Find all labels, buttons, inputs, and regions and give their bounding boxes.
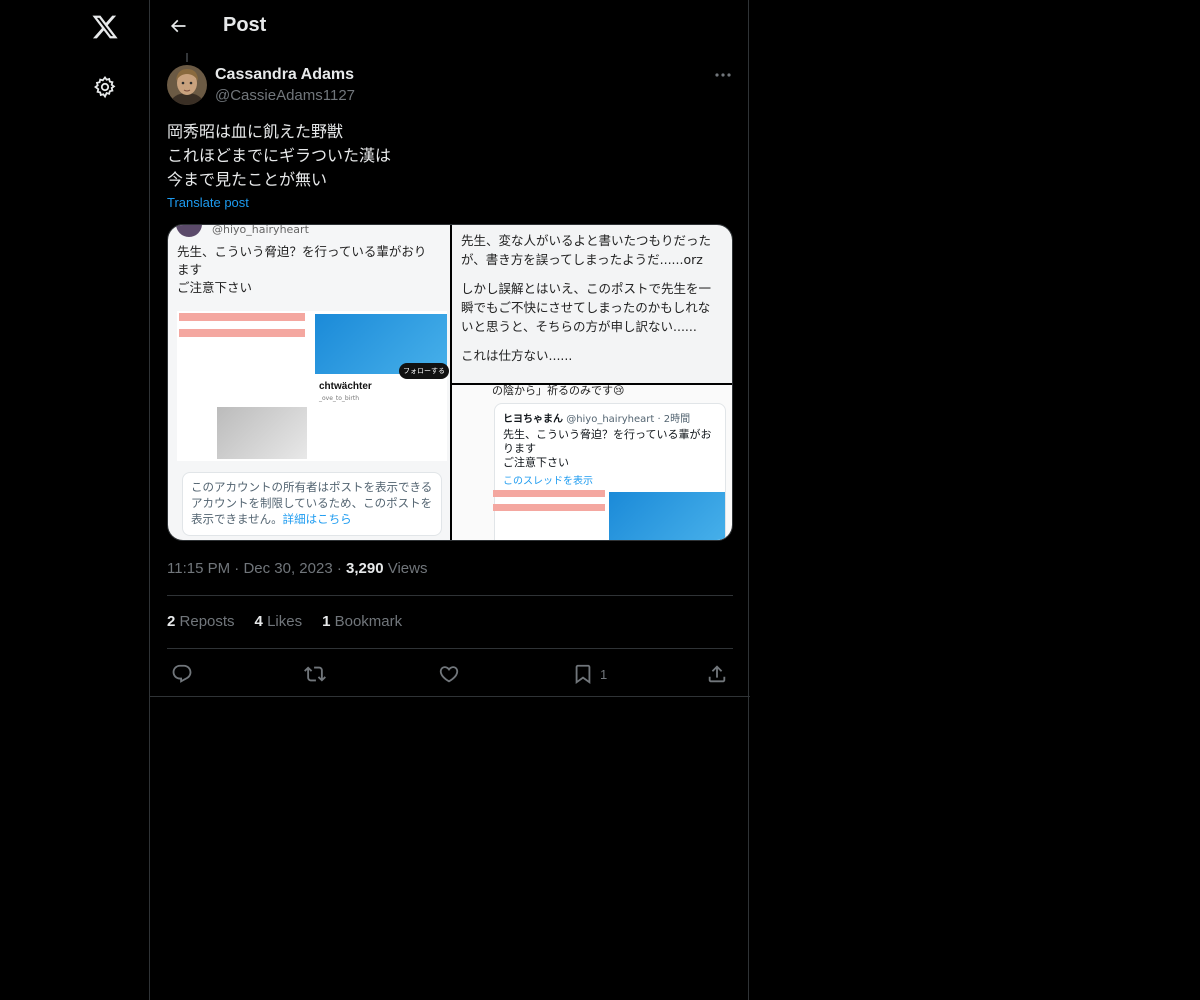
quoted-text-line: 先生、こういう脅迫？を行っている輩がお — [503, 428, 712, 441]
highlight-line — [179, 313, 305, 321]
image-text-line: ご注意下さい — [177, 280, 253, 295]
media-image-2[interactable]: 先生、変な人がいるよと書いたつもりだった が、書き方を誤ってしまったようだ...… — [452, 225, 732, 383]
reply-icon — [172, 664, 192, 683]
image-text-line: いと思うと、そちらの方が申し訳ない...... — [461, 319, 697, 334]
bookmark-button[interactable]: 1 — [572, 660, 607, 688]
quoted-post-text: 先生、こういう脅迫？を行っている輩がお ります ご注意下さい — [503, 428, 718, 470]
bookmark-icon — [575, 664, 591, 685]
back-button[interactable] — [164, 12, 192, 40]
action-bar: 1 — [167, 660, 733, 688]
highlight-line — [493, 504, 605, 511]
text-line — [179, 337, 305, 345]
quoted-post-header: ヒヨちゃまん @hiyo_hairyheart · 2時間 — [503, 410, 690, 425]
show-thread-link: このスレッドを表示 — [503, 476, 593, 487]
image-text-line — [461, 269, 731, 279]
likes-stat[interactable]: 4 Likes — [255, 613, 303, 630]
page-header: Post — [150, 0, 750, 53]
main-column: Post Cassandra Adams @CassieAdams1127 岡秀… — [149, 0, 750, 1000]
bookmarks-label: Bookmark — [334, 613, 403, 630]
views-label: Views — [387, 560, 428, 577]
post-time[interactable]: 11:15 PM — [167, 560, 230, 577]
likes-label: Likes — [267, 613, 303, 630]
post-text: 岡秀昭は血に飢えた野獣 これほどまでにギラついた漢は 今まで見たことが無い — [167, 120, 727, 192]
divider — [167, 595, 733, 596]
image-text-line: 瞬でもご不快にさせてしまったのかもしれな — [461, 300, 711, 315]
notice-link: 詳細はこちら — [282, 512, 352, 526]
post-text-line: 今まで見たことが無い — [167, 170, 328, 189]
page-title: Post — [223, 14, 267, 36]
author-handle[interactable]: @CassieAdams1127 — [215, 87, 355, 104]
more-button[interactable] — [710, 64, 736, 86]
reply-button[interactable] — [171, 660, 193, 688]
image-text-line: の陰から」祈るのみです😢 — [492, 385, 625, 397]
share-icon — [708, 665, 726, 683]
avatar[interactable] — [167, 65, 207, 105]
follow-button: フォローする — [399, 363, 449, 379]
bookmarks-count: 1 — [322, 613, 331, 630]
image-text-line — [461, 336, 731, 346]
image-text-line: が、書き方を誤ってしまったようだ......orz — [461, 252, 703, 267]
author-name[interactable]: Cassandra Adams — [215, 66, 354, 84]
restricted-notice: このアカウントの所有者はポストを表示できるアカウントを制限しているため、このポス… — [182, 472, 442, 536]
media-grid: @hiyo_hairyheart 先生、こういう脅迫？を行っている輩がおり ます… — [167, 224, 733, 541]
share-button[interactable] — [706, 660, 728, 688]
repost-icon — [304, 666, 326, 682]
meta-separator: · — [336, 560, 342, 577]
arrow-left-icon — [170, 19, 186, 33]
text-line — [179, 321, 305, 329]
avatar — [176, 225, 202, 237]
divider — [150, 696, 750, 697]
repost-button[interactable] — [304, 660, 326, 688]
reposts-count: 2 — [167, 613, 176, 630]
engagement-stats: 2 Reposts 4 Likes 1 Bookmark — [167, 613, 402, 630]
highlight-line — [493, 490, 605, 497]
quoted-post: ヒヨちゃまん @hiyo_hairyheart · 2時間 先生、こういう脅迫？… — [493, 403, 726, 540]
quoted-author-name: ヒヨちゃまん — [503, 414, 563, 425]
quoted-text-line: ご注意下さい — [503, 456, 569, 469]
media-image-1[interactable]: @hiyo_hairyheart 先生、こういう脅迫？を行っている輩がおり ます… — [168, 225, 450, 540]
screenshot-card: フォローする chtwächter _ove_to_birth — [177, 311, 449, 461]
more-dots-icon — [715, 73, 731, 77]
post-meta: 11:15 PM · Dec 30, 2023 · 3,290 Views — [167, 560, 427, 577]
reposts-label: Reposts — [179, 613, 235, 630]
heart-icon — [439, 666, 459, 683]
left-nav — [0, 0, 150, 1000]
image-text-line: 先生、変な人がいるよと書いたつもりだった — [461, 233, 712, 248]
image-text: 先生、こういう脅迫？を行っている輩がおり ます ご注意下さい — [177, 243, 445, 297]
card-name: chtwächter — [319, 381, 372, 392]
photo-thumbnail — [217, 407, 307, 459]
highlight-line — [179, 329, 305, 337]
quoted-text-line: ります — [503, 442, 536, 455]
reposts-stat[interactable]: 2 Reposts — [167, 613, 235, 630]
image-text: 先生、変な人がいるよと書いたつもりだった が、書き方を誤ってしまったようだ...… — [461, 231, 731, 365]
card-handle: _ove_to_birth — [319, 395, 360, 402]
bookmarks-stat[interactable]: 1 Bookmark — [322, 613, 402, 630]
quoted-mini-text — [493, 490, 605, 511]
views-count: 3,290 — [346, 560, 384, 577]
thread-line — [186, 53, 188, 62]
link-line — [179, 345, 305, 353]
media-image-3[interactable]: の陰から」祈るのみです😢 ヒヨちゃまん @hiyo_hairyheart · 2… — [452, 385, 732, 540]
banner-image — [609, 492, 725, 540]
bookmark-count: 1 — [600, 666, 608, 682]
text-line — [493, 497, 605, 504]
image-text-line: これは仕方ない...... — [461, 348, 573, 363]
image-text-line: しかし誤解とはいえ、このポストで先生を一 — [461, 281, 712, 296]
image-text-line: 先生、こういう脅迫？を行っている輩がおり — [177, 244, 427, 259]
post-date[interactable]: Dec 30, 2023 — [243, 560, 332, 577]
translate-post-link[interactable]: Translate post — [167, 195, 249, 210]
likes-count: 4 — [254, 613, 263, 630]
like-button[interactable] — [438, 660, 460, 688]
x-logo-icon[interactable] — [89, 11, 121, 43]
image-handle: @hiyo_hairyheart — [212, 225, 309, 236]
gear-icon[interactable] — [91, 73, 119, 101]
image-text-line: ます — [177, 262, 203, 277]
divider — [167, 648, 733, 649]
post-text-line: 岡秀昭は血に飢えた野獣 — [167, 122, 344, 141]
quoted-author-handle: @hiyo_hairyheart · 2時間 — [566, 414, 691, 425]
meta-separator: · — [234, 560, 240, 577]
post-text-line: これほどまでにギラついた漢は — [167, 146, 392, 165]
